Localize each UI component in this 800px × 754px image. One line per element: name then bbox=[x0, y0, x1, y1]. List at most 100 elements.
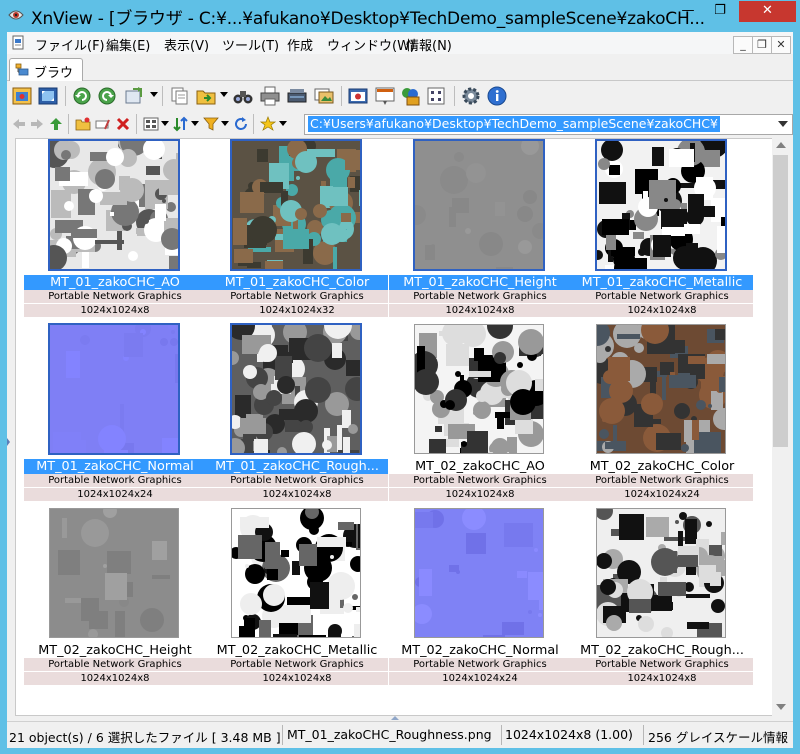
scroll-up-icon[interactable] bbox=[776, 142, 786, 148]
scroll-thumb[interactable] bbox=[773, 155, 788, 447]
thumbnail-format: Portable Network Graphics bbox=[206, 290, 388, 303]
mdi-minimize-button[interactable]: _ bbox=[733, 36, 753, 54]
xnview-app-icon[interactable] bbox=[8, 8, 24, 22]
scroll-down-icon[interactable] bbox=[776, 704, 786, 710]
new-folder-icon[interactable] bbox=[75, 116, 91, 132]
menu-edit[interactable]: 編集(E) bbox=[106, 35, 150, 54]
menu-create[interactable]: 作成 bbox=[287, 35, 313, 54]
multi-window-icon[interactable] bbox=[399, 85, 421, 107]
thumbnail-item[interactable]: MT_02_zakoCHC_Color Portable Network Grap… bbox=[571, 324, 753, 504]
thumbnail-image[interactable] bbox=[414, 324, 544, 454]
menu-view[interactable]: 表示(V) bbox=[164, 35, 209, 54]
thumbnail-image[interactable] bbox=[596, 324, 726, 454]
document-icon[interactable] bbox=[11, 35, 25, 50]
thumbnail-image[interactable] bbox=[49, 508, 179, 638]
mdi-close-button[interactable]: ✕ bbox=[771, 36, 791, 54]
navigation-toolbar: C:¥Users¥afukano¥Desktop¥TechDemo_sample… bbox=[7, 112, 793, 136]
move-icon[interactable] bbox=[195, 85, 217, 107]
thumbnail-image[interactable] bbox=[595, 139, 727, 271]
convert-icon[interactable] bbox=[124, 85, 146, 107]
tab-browser[interactable]: ブラウザ bbox=[9, 58, 83, 100]
thumbnail-image[interactable] bbox=[230, 139, 362, 271]
up-folder-icon[interactable] bbox=[48, 116, 64, 132]
thumbnail-item[interactable]: MT_01_zakoCHC_Normal Portable Network Gra… bbox=[24, 323, 206, 504]
thumbnail-item[interactable]: MT_02_zakoCHC_AO Portable Network Graphic… bbox=[389, 324, 571, 504]
menu-info[interactable]: 情報(N) bbox=[406, 35, 452, 54]
thumbnail-format: Portable Network Graphics bbox=[24, 290, 206, 303]
info-icon[interactable] bbox=[486, 85, 508, 107]
thumbnail-dimensions: 1024x1024x8 bbox=[24, 304, 206, 317]
thumbnail-image[interactable] bbox=[48, 323, 180, 455]
copy-icon[interactable] bbox=[169, 85, 191, 107]
minimize-button[interactable]: — bbox=[672, 1, 704, 22]
thumbnail-item[interactable]: MT_01_zakoCHC_Rough... Portable Network G… bbox=[206, 323, 388, 504]
thumbnail-item[interactable]: MT_01_zakoCHC_AO Portable Network Graphic… bbox=[24, 139, 206, 320]
maximize-button[interactable]: ❐ bbox=[704, 1, 736, 22]
vertical-scrollbar[interactable] bbox=[772, 138, 789, 716]
status-objects: 21 object(s) / 6 選択したファイル [ 3.48 MB ] bbox=[9, 730, 281, 745]
thumbnail-item[interactable]: MT_02_zakoCHC_Height Portable Network Gra… bbox=[24, 508, 206, 688]
thumbnail-item[interactable]: MT_01_zakoCHC_Height Portable Network Gra… bbox=[389, 139, 571, 320]
refresh-icon[interactable] bbox=[233, 116, 249, 132]
slideshow-icon[interactable] bbox=[313, 85, 335, 107]
thumbnail-image[interactable] bbox=[413, 139, 545, 271]
print-icon[interactable] bbox=[259, 85, 281, 107]
open-browser-icon[interactable] bbox=[11, 85, 33, 107]
forward-arrow-icon[interactable] bbox=[29, 116, 45, 132]
menu-window[interactable]: ウィンドウ(W) bbox=[327, 35, 415, 54]
texture-preview-icon bbox=[232, 141, 360, 269]
scanner-icon[interactable] bbox=[286, 85, 308, 107]
left-splitter-icon[interactable] bbox=[7, 432, 10, 452]
rotate-left-icon[interactable] bbox=[71, 85, 93, 107]
delete-icon[interactable] bbox=[115, 116, 131, 132]
thumbnail-filename: MT_02_zakoCHC_Normal bbox=[401, 643, 559, 658]
web-page-icon[interactable] bbox=[374, 85, 396, 107]
menu-tools[interactable]: ツール(T) bbox=[222, 35, 279, 54]
filter-icon[interactable] bbox=[203, 116, 219, 132]
thumbnail-filename: MT_01_zakoCHC_Rough... bbox=[206, 459, 388, 474]
back-arrow-icon[interactable] bbox=[11, 116, 27, 132]
thumbnail-format: Portable Network Graphics bbox=[571, 290, 753, 303]
thumbnail-image[interactable] bbox=[230, 323, 362, 455]
thumbnail-image[interactable] bbox=[414, 508, 544, 638]
settings-gear-icon[interactable] bbox=[460, 85, 482, 107]
thumbnail-view[interactable]: MT_01_zakoCHC_AO Portable Network Graphic… bbox=[15, 138, 773, 716]
thumbnail-format: Portable Network Graphics bbox=[206, 658, 388, 671]
thumbnail-dimensions: 1024x1024x24 bbox=[389, 672, 571, 685]
fullscreen-icon[interactable] bbox=[37, 85, 59, 107]
thumbnail-format: Portable Network Graphics bbox=[571, 658, 753, 671]
binoculars-search-icon[interactable] bbox=[232, 85, 254, 107]
bottom-splitter-icon[interactable] bbox=[385, 716, 405, 720]
address-bar[interactable]: C:¥Users¥afukano¥Desktop¥TechDemo_sample… bbox=[304, 114, 793, 135]
thumbnail-dimensions: 1024x1024x24 bbox=[24, 488, 206, 501]
contact-sheet-icon[interactable] bbox=[425, 85, 447, 107]
title-bar[interactable]: XnView - [ブラウザ - C:¥...¥afukano¥Desktop¥… bbox=[0, 0, 800, 32]
sort-icon[interactable] bbox=[173, 116, 189, 132]
thumbnail-filename: MT_01_zakoCHC_Normal bbox=[24, 459, 206, 474]
capture-icon[interactable] bbox=[347, 85, 369, 107]
texture-preview-icon bbox=[232, 509, 360, 637]
rotate-right-icon[interactable] bbox=[96, 85, 118, 107]
thumbnail-item[interactable]: MT_02_zakoCHC_Rough... Portable Network G… bbox=[571, 508, 753, 688]
favorites-star-icon[interactable] bbox=[260, 116, 276, 132]
rename-icon[interactable] bbox=[95, 116, 111, 132]
thumbnail-item[interactable]: MT_01_zakoCHC_Color Portable Network Grap… bbox=[206, 139, 388, 320]
texture-preview-icon bbox=[415, 325, 543, 453]
thumbnail-image[interactable] bbox=[231, 508, 361, 638]
address-dropdown-icon[interactable] bbox=[778, 121, 788, 127]
mdi-restore-button[interactable]: ❐ bbox=[752, 36, 772, 54]
thumbnail-item[interactable]: MT_02_zakoCHC_Metallic Portable Network G… bbox=[206, 508, 388, 688]
thumbnail-image[interactable] bbox=[48, 139, 180, 271]
menu-file[interactable]: ファイル(F) bbox=[35, 35, 105, 54]
close-button[interactable]: ✕ bbox=[739, 1, 796, 22]
thumbnail-image[interactable] bbox=[596, 508, 726, 638]
view-mode-icon[interactable] bbox=[143, 116, 159, 132]
thumbnail-item[interactable]: MT_01_zakoCHC_Metallic Portable Network G… bbox=[571, 139, 753, 320]
thumbnail-dimensions: 1024x1024x8 bbox=[206, 488, 388, 501]
texture-preview-icon bbox=[597, 509, 725, 637]
texture-preview-icon bbox=[50, 141, 178, 269]
thumbnail-item[interactable]: MT_02_zakoCHC_Normal Portable Network Gra… bbox=[389, 508, 571, 688]
address-path[interactable]: C:¥Users¥afukano¥Desktop¥TechDemo_sample… bbox=[308, 116, 720, 132]
thumbnail-filename: MT_02_zakoCHC_Height bbox=[38, 643, 192, 658]
xnview-window: XnView - [ブラウザ - C:¥...¥afukano¥Desktop¥… bbox=[0, 0, 800, 754]
